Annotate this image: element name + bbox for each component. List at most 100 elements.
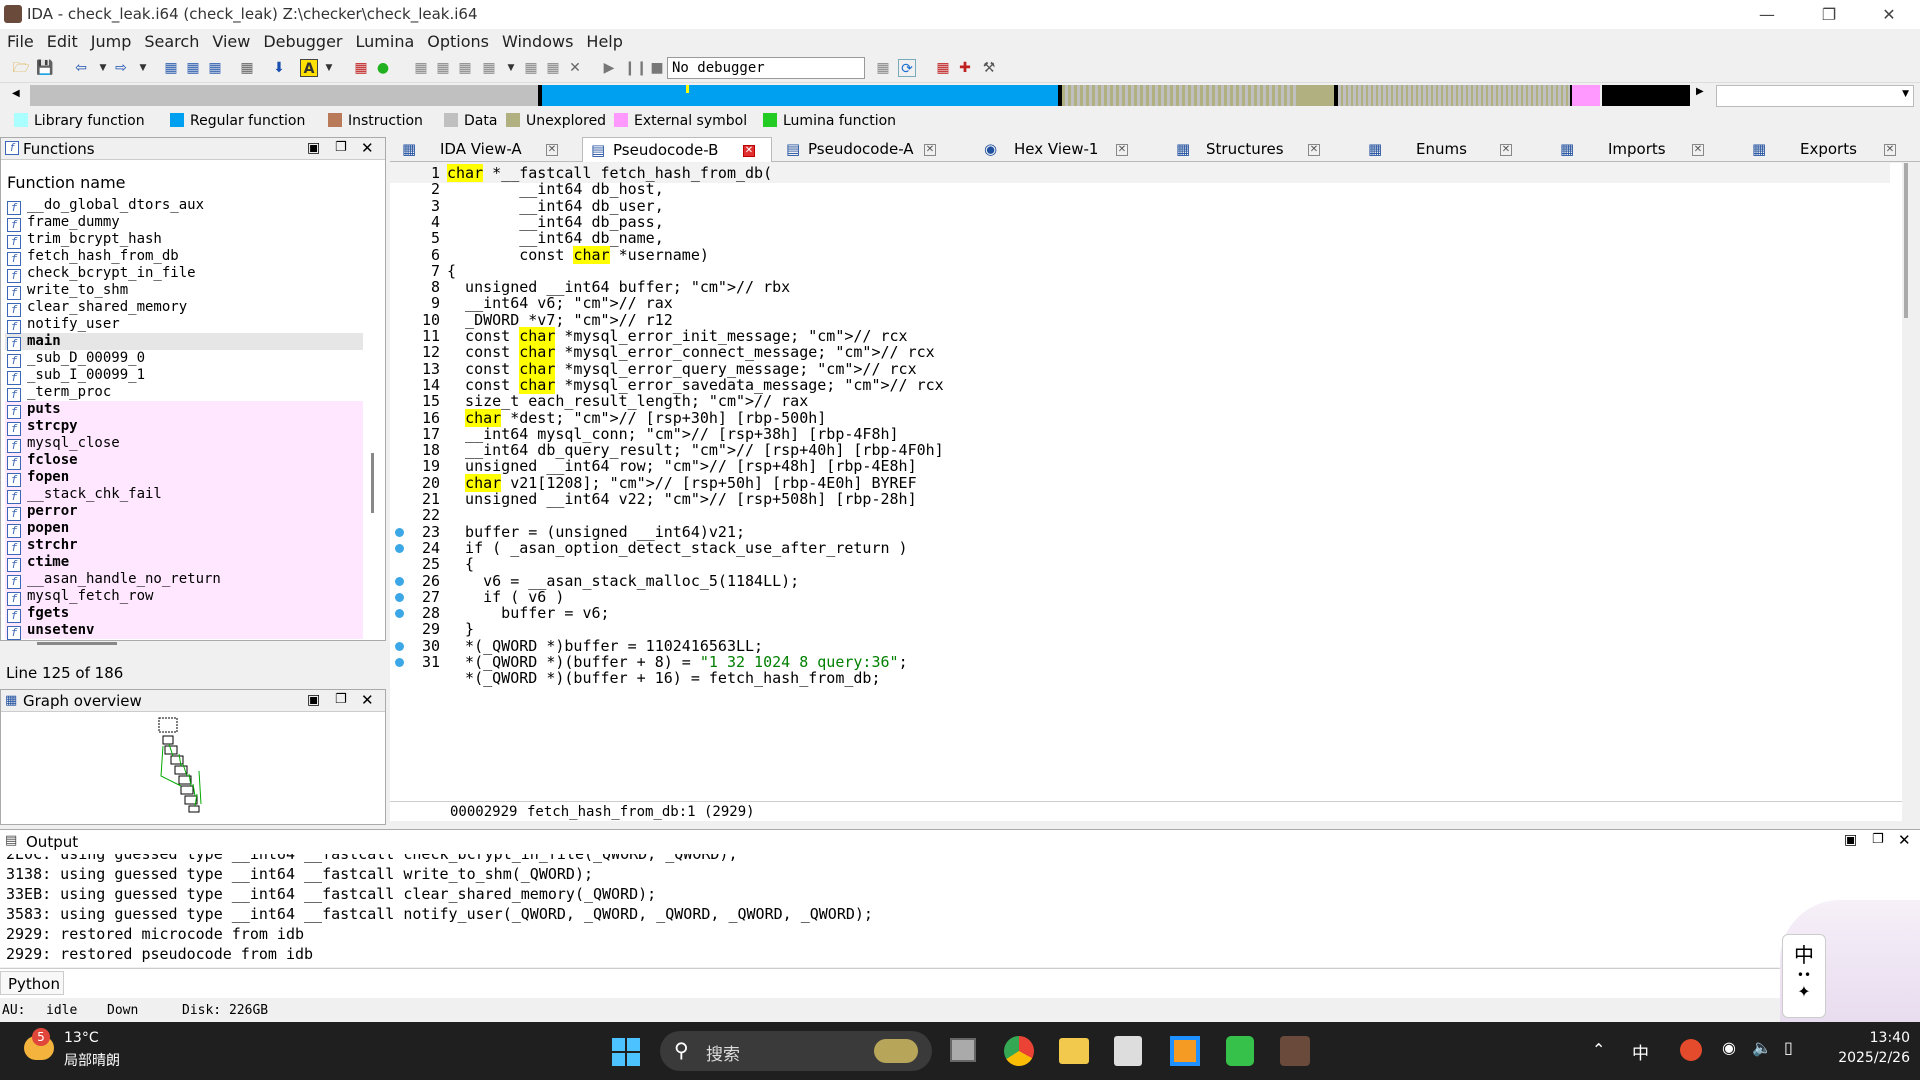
tab-close-icon[interactable]: ✕	[1884, 144, 1896, 156]
vm-app-icon[interactable]	[1170, 1036, 1200, 1066]
detach-icon[interactable]: ✕	[566, 59, 584, 77]
python-input[interactable]	[66, 971, 1776, 995]
function-item[interactable]: f fclose	[5, 452, 363, 470]
close-window-button[interactable]: ✕	[1866, 0, 1912, 29]
panel-maximize-icon[interactable]: ▣	[307, 140, 320, 156]
tab-enums[interactable]: ▦ Enums ✕	[1350, 137, 1540, 162]
menu-view[interactable]: View	[205, 29, 256, 51]
menu-search[interactable]: Search	[137, 29, 205, 51]
function-item[interactable]: f __do_global_dtors_aux	[5, 197, 363, 215]
function-item[interactable]: f strcpy	[5, 418, 363, 436]
nav-right-arrow-icon[interactable]: ▶	[1696, 86, 1704, 97]
menu-debugger[interactable]: Debugger	[256, 29, 348, 51]
panel-maximize-icon[interactable]: ▣	[1844, 832, 1857, 848]
green-app-icon[interactable]	[1226, 1036, 1254, 1066]
step-into-icon[interactable]: ▦	[434, 59, 452, 77]
panel-float-icon[interactable]: ❐	[1872, 832, 1884, 847]
chrome-icon[interactable]	[1004, 1036, 1034, 1066]
tab-close-icon[interactable]: ✕	[1308, 144, 1320, 156]
function-item[interactable]: f perror	[5, 503, 363, 521]
navigation-band[interactable]: ◀ ▶ ▼	[0, 84, 1920, 110]
function-item[interactable]: f fgets	[5, 605, 363, 623]
snipping-tool-icon[interactable]	[1114, 1036, 1142, 1066]
menu-help[interactable]: Help	[579, 29, 628, 51]
ime-floating-bar[interactable]: 中 •• ✦	[1782, 934, 1826, 1018]
tab-exports[interactable]: ▦ Exports ✕	[1734, 137, 1918, 162]
function-item[interactable]: f _sub_I_00099_1	[5, 367, 363, 385]
text-search-icon[interactable]: ▦	[184, 59, 202, 77]
tab-pseudocode-b[interactable]: ▤ Pseudocode-B ✕	[582, 137, 772, 162]
graph-icon[interactable]: ▦	[238, 59, 256, 77]
nav-left-arrow-icon[interactable]: ◀	[12, 88, 20, 99]
tab-ida-view-a[interactable]: ▦ IDA View-A ✕	[390, 137, 580, 162]
python-button[interactable]: Python	[0, 971, 64, 995]
function-item[interactable]: f ctime	[5, 554, 363, 572]
flow-icon[interactable]: ▦	[352, 59, 370, 77]
tab-close-icon[interactable]: ✕	[743, 145, 755, 157]
function-item[interactable]: f popen	[5, 520, 363, 538]
tab-close-icon[interactable]: ✕	[1116, 144, 1128, 156]
code-scrollbar[interactable]	[1904, 163, 1908, 318]
nav-select[interactable]: ▼	[1716, 85, 1914, 107]
debugger-select[interactable]: No debugger	[667, 57, 865, 79]
ida-taskbar-icon[interactable]	[1280, 1036, 1310, 1066]
graph-overview-thumbnail[interactable]	[151, 716, 231, 826]
menu-lumina[interactable]: Lumina	[349, 29, 421, 51]
task-view-icon[interactable]	[950, 1038, 976, 1062]
function-item[interactable]: f __asan_handle_no_return	[5, 571, 363, 589]
function-item[interactable]: f _term_proc	[5, 384, 363, 402]
function-item[interactable]: f main	[5, 333, 363, 351]
taskbar-search[interactable]: ⚲ 搜索	[660, 1031, 932, 1071]
menu-options[interactable]: Options	[420, 29, 495, 51]
clock-time[interactable]: 13:40	[1850, 1030, 1910, 1046]
pause-icon[interactable]: ❙❙	[624, 59, 647, 77]
add-plus-icon[interactable]: ✚	[956, 59, 974, 77]
clock-date[interactable]: 2025/2/26	[1826, 1050, 1910, 1066]
function-item[interactable]: f strchr	[5, 537, 363, 555]
panel-close-icon[interactable]: ✕	[361, 139, 374, 157]
green-circle-icon[interactable]: ●	[374, 59, 392, 77]
tab-hex-view-1[interactable]: ◉ Hex View-1 ✕	[966, 137, 1156, 162]
back-icon[interactable]: ⇦	[72, 59, 90, 77]
function-item[interactable]: f puts	[5, 401, 363, 419]
function-item[interactable]: f __stack_chk_fail	[5, 486, 363, 504]
refresh-icon[interactable]: ⟳	[898, 59, 916, 77]
debug-options-icon[interactable]: ▦	[874, 59, 892, 77]
add-icon[interactable]: ▦	[934, 59, 952, 77]
color-a-icon[interactable]: A	[300, 59, 318, 77]
restore-button[interactable]: ❐	[1806, 0, 1852, 29]
step-over-icon[interactable]: ▦	[456, 59, 474, 77]
tab-structures[interactable]: ▦ Structures ✕	[1158, 137, 1348, 162]
tray-chevron-up-icon[interactable]: ⌃	[1592, 1040, 1605, 1059]
wifi-icon[interactable]: ◉	[1722, 1038, 1736, 1057]
binary-icon[interactable]: ▦	[162, 59, 180, 77]
settings-tools-icon[interactable]: ⚒	[980, 59, 998, 77]
tray-ime-label[interactable]: 中	[1632, 1039, 1649, 1064]
tab-pseudocode-a[interactable]: ▤ Pseudocode-A ✕	[774, 137, 964, 162]
function-item[interactable]: f mysql_fetch_row	[5, 588, 363, 606]
function-item[interactable]: f unsetenv	[5, 622, 363, 640]
code-line[interactable]: *(_QWORD *)(buffer + 16) = fetch_hash_fr…	[390, 668, 1890, 688]
function-item[interactable]: f check_bcrypt_in_file	[5, 265, 363, 283]
forward-dropdown-icon[interactable]: ▼	[134, 59, 152, 77]
pseudocode-view[interactable]: 1 char *__fastcall fetch_hash_from_db(2 _…	[390, 163, 1902, 801]
column-header[interactable]: Function name	[7, 173, 126, 192]
panel-float-icon[interactable]: ❐	[335, 140, 347, 155]
tab-close-icon[interactable]: ✕	[924, 144, 936, 156]
color-dropdown-icon[interactable]: ▼	[320, 59, 338, 77]
play-icon[interactable]: ▶	[600, 59, 618, 77]
panel-close-icon[interactable]: ✕	[1898, 831, 1911, 849]
trace-icon[interactable]: ▦	[522, 59, 540, 77]
start-icon[interactable]	[612, 1038, 640, 1066]
panel-float-icon[interactable]: ❐	[335, 692, 347, 707]
menu-edit[interactable]: Edit	[40, 29, 84, 51]
panel-close-icon[interactable]: ✕	[361, 691, 374, 709]
volume-icon[interactable]: 🔈	[1752, 1038, 1772, 1057]
function-item[interactable]: f write_to_shm	[5, 282, 363, 300]
function-item[interactable]: f notify_user	[5, 316, 363, 334]
run-to-icon[interactable]: ▦	[480, 59, 498, 77]
sogou-icon[interactable]	[1680, 1039, 1702, 1061]
functions-hscrollbar[interactable]	[37, 642, 117, 645]
panel-maximize-icon[interactable]: ▣	[307, 692, 320, 708]
function-item[interactable]: f mysql_close	[5, 435, 363, 453]
